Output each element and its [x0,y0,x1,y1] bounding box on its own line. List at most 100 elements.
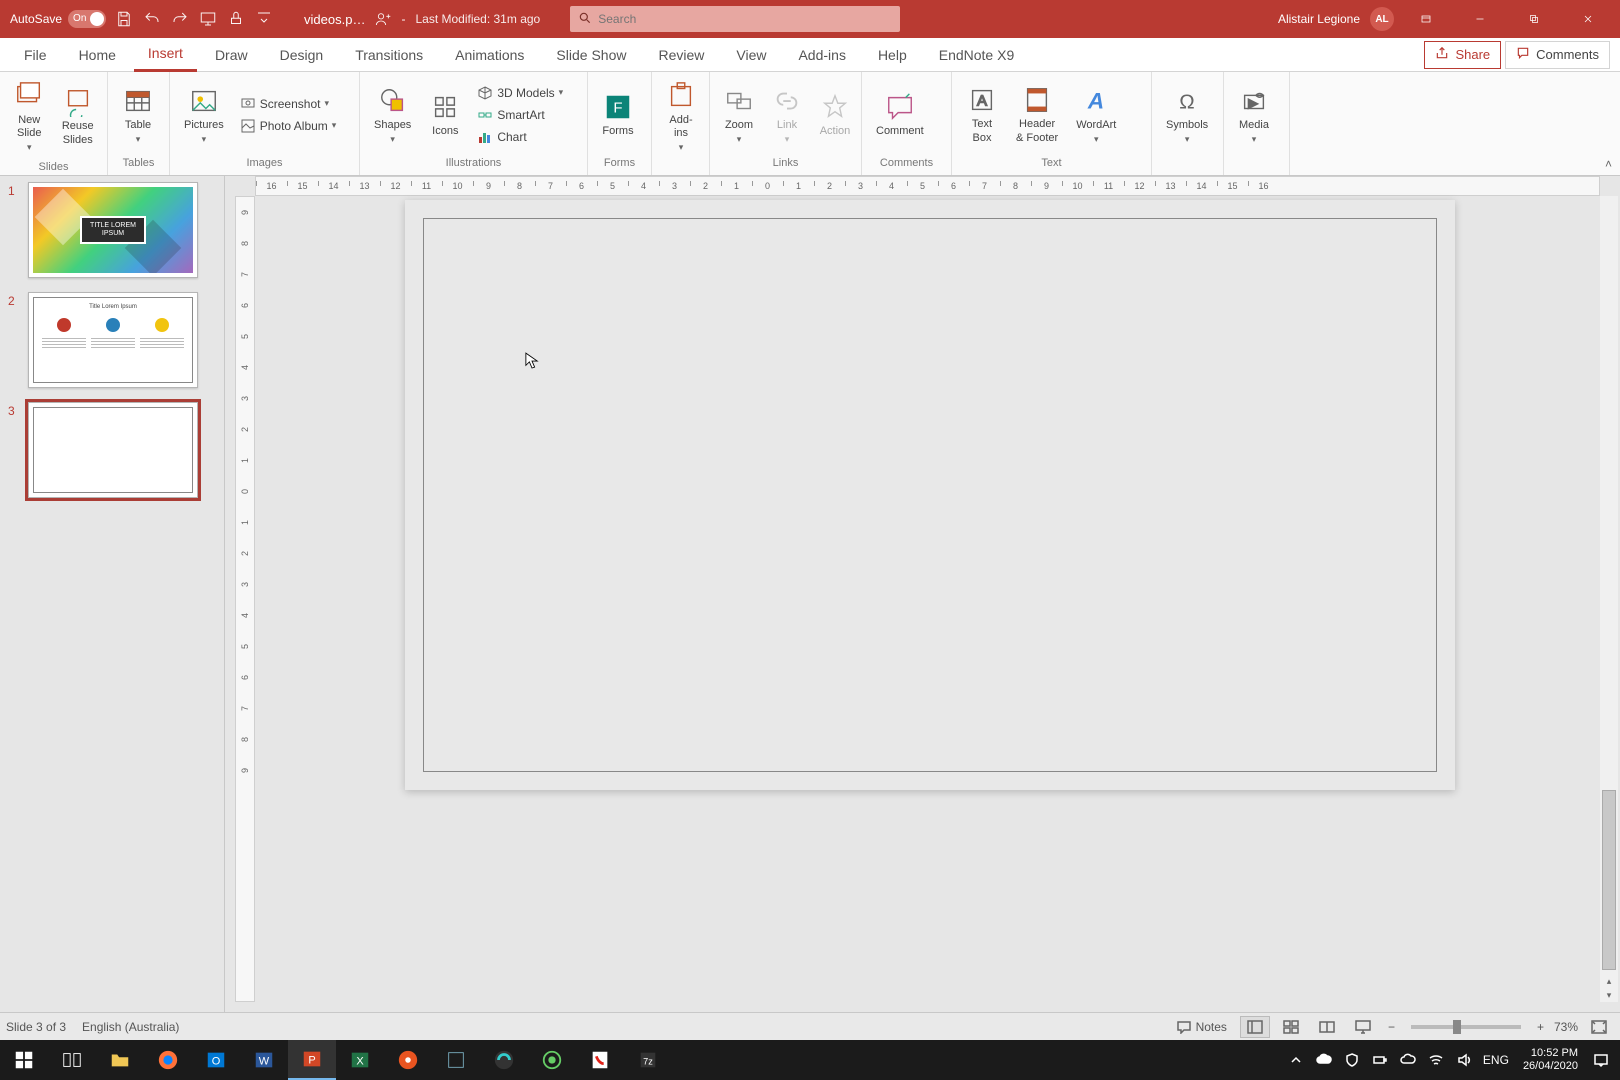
slide-editor[interactable]: 1615141312111098765432101234567891011121… [225,176,1620,1012]
share-button[interactable]: Share [1424,41,1501,69]
tab-animations[interactable]: Animations [441,38,538,72]
tab-endnote[interactable]: EndNote X9 [925,38,1029,72]
tab-file[interactable]: File [10,38,61,72]
powerpoint-icon[interactable]: P [288,1040,336,1080]
tab-home[interactable]: Home [65,38,130,72]
task-view-icon[interactable] [48,1040,96,1080]
slide-counter[interactable]: Slide 3 of 3 [6,1020,66,1034]
forms-button[interactable]: F Forms [596,87,640,142]
qat-more-icon[interactable] [254,9,274,29]
search-input[interactable] [598,12,892,26]
pictures-button[interactable]: Pictures▾ [178,81,230,149]
tray-cloud-icon[interactable] [1395,1040,1421,1080]
zoom-button[interactable]: Zoom▾ [718,81,760,149]
user-avatar[interactable]: AL [1370,7,1394,31]
slide-sorter-view-icon[interactable] [1276,1016,1306,1038]
ubuntu-icon[interactable] [384,1040,432,1080]
tray-battery-icon[interactable] [1367,1040,1393,1080]
start-button[interactable] [0,1040,48,1080]
tray-volume-icon[interactable] [1451,1040,1477,1080]
screenshot-button[interactable]: Screenshot▾ [236,94,341,114]
tray-onedrive-icon[interactable] [1311,1040,1337,1080]
slide-thumbnail-2[interactable]: 2 Title Lorem Ipsum [8,292,216,388]
acrobat-icon[interactable] [576,1040,624,1080]
chart-button[interactable]: Chart [473,127,567,147]
search-box[interactable] [570,6,900,32]
photo-album-button[interactable]: Photo Album▾ [236,116,341,136]
comments-button[interactable]: Comments [1505,41,1610,69]
outlook-icon[interactable]: O [192,1040,240,1080]
comment-button[interactable]: Comment [870,87,930,142]
shapes-button[interactable]: Shapes▾ [368,81,417,149]
zoom-level[interactable]: 73% [1554,1020,1578,1034]
firefox-icon[interactable] [144,1040,192,1080]
tab-insert[interactable]: Insert [134,38,197,72]
header-footer-button[interactable]: Header & Footer [1010,80,1064,148]
maximize-icon[interactable] [1512,0,1556,38]
fit-to-window-icon[interactable] [1584,1016,1614,1038]
language-status[interactable]: English (Australia) [82,1020,179,1034]
tab-review[interactable]: Review [644,38,718,72]
smartart-button[interactable]: SmartArt [473,105,567,125]
vertical-scrollbar[interactable]: ▴ ▾ [1600,196,1618,1002]
user-name[interactable]: Alistair Legione [1278,12,1360,26]
text-box-button[interactable]: A Text Box [960,80,1004,148]
slide-canvas[interactable] [405,200,1455,790]
save-icon[interactable] [114,9,134,29]
wordart-button[interactable]: A WordArt▾ [1070,81,1122,149]
addins-button[interactable]: Add- ins▾ [660,76,702,157]
autosave-toggle[interactable]: AutoSave On [10,10,106,28]
tray-wifi-icon[interactable] [1423,1040,1449,1080]
minimize-icon[interactable] [1458,0,1502,38]
slideshow-view-icon[interactable] [1348,1016,1378,1038]
tab-slideshow[interactable]: Slide Show [542,38,640,72]
tab-draw[interactable]: Draw [201,38,262,72]
ribbon-collapse-icon[interactable]: ˄ [1605,157,1612,171]
tray-expand-icon[interactable] [1283,1040,1309,1080]
reuse-slides-button[interactable]: Reuse Slides [57,82,100,150]
word-icon[interactable]: W [240,1040,288,1080]
app-icon-2[interactable] [528,1040,576,1080]
tray-notifications-icon[interactable] [1588,1040,1614,1080]
comment-label: Comment [876,125,924,138]
reading-view-icon[interactable] [1312,1016,1342,1038]
new-slide-button[interactable]: New Slide▾ [8,76,51,157]
media-button[interactable]: Media▾ [1232,81,1276,149]
table-button[interactable]: Table▾ [116,81,160,149]
zoom-out-icon[interactable]: − [1384,1020,1399,1034]
icons-button[interactable]: Icons [423,87,467,142]
prev-slide-icon[interactable]: ▴ [1602,974,1616,988]
slides-panel[interactable]: 1 TITLE LOREM IPSUM 2 Title Lorem Ipsum [0,176,225,1012]
tray-language[interactable]: ENG [1479,1053,1513,1067]
next-slide-icon[interactable]: ▾ [1602,988,1616,1002]
redo-icon[interactable] [170,9,190,29]
file-explorer-icon[interactable] [96,1040,144,1080]
zoom-slider-thumb[interactable] [1453,1020,1461,1034]
tab-addins[interactable]: Add-ins [784,38,859,72]
normal-view-icon[interactable] [1240,1016,1270,1038]
touch-mode-icon[interactable] [226,9,246,29]
tab-design[interactable]: Design [266,38,338,72]
tray-security-icon[interactable] [1339,1040,1365,1080]
close-icon[interactable] [1566,0,1610,38]
tab-help[interactable]: Help [864,38,921,72]
slide-thumbnail-3[interactable]: 3 [8,402,216,498]
app-icon-1[interactable] [432,1040,480,1080]
tab-transitions[interactable]: Transitions [341,38,437,72]
edge-icon[interactable] [480,1040,528,1080]
7zip-icon[interactable]: 7z [624,1040,672,1080]
zoom-slider[interactable] [1411,1025,1521,1029]
slide-thumbnail-1[interactable]: 1 TITLE LOREM IPSUM [8,182,216,278]
3d-models-button[interactable]: 3D Models▾ [473,83,567,103]
undo-icon[interactable] [142,9,162,29]
zoom-in-icon[interactable]: + [1533,1020,1548,1034]
symbols-button[interactable]: Ω Symbols▾ [1160,81,1214,149]
excel-icon[interactable]: X [336,1040,384,1080]
ribbon-display-icon[interactable] [1404,0,1448,38]
scrollbar-thumb[interactable] [1602,790,1616,970]
notes-button[interactable]: Notes [1169,1016,1234,1038]
tray-clock[interactable]: 10:52 PM 26/04/2020 [1515,1047,1586,1073]
tab-view[interactable]: View [722,38,780,72]
sharing-status-icon[interactable] [375,11,391,27]
present-icon[interactable] [198,9,218,29]
